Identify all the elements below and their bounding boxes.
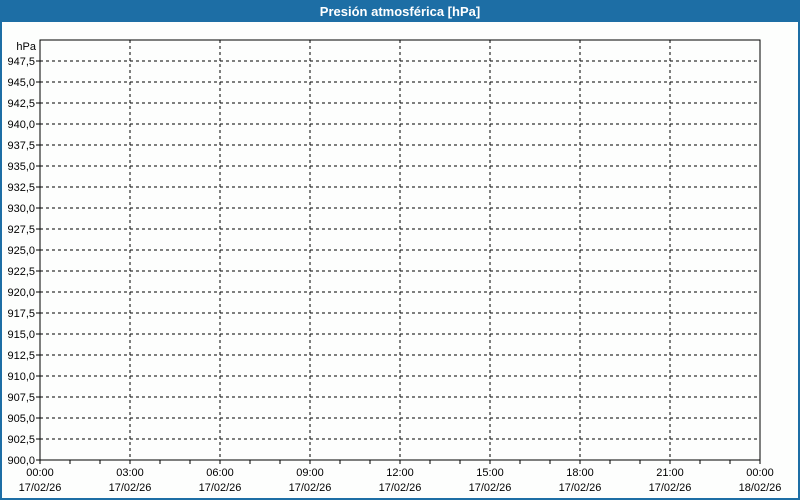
y-tick-label: 945,0 (7, 77, 35, 89)
x-tick-time-label: 03:00 (116, 467, 144, 479)
y-tick-label: 920,0 (7, 287, 35, 299)
y-tick-label: 910,0 (7, 371, 35, 383)
x-tick-time-label: 15:00 (476, 467, 504, 479)
x-tick-time-label: 00:00 (746, 467, 774, 479)
x-tick-date-label: 17/02/26 (289, 482, 332, 494)
y-tick-label: 927,5 (7, 224, 35, 236)
y-tick-label: 940,0 (7, 119, 35, 131)
y-tick-label: 915,0 (7, 329, 35, 341)
y-tick-label: 930,0 (7, 203, 35, 215)
x-tick-time-label: 12:00 (386, 467, 414, 479)
y-tick-label: 932,5 (7, 182, 35, 194)
x-tick-date-label: 17/02/26 (379, 482, 422, 494)
chart-window: Presión atmosférica [hPa] 947,5 945,0 942,… (0, 0, 800, 500)
x-tick-date-label: 17/02/26 (649, 482, 692, 494)
x-tick-date-label: 17/02/26 (19, 482, 62, 494)
y-tick-label: 922,5 (7, 266, 35, 278)
y-tick-label: 912,5 (7, 350, 35, 362)
x-tick-date-label: 17/02/26 (199, 482, 242, 494)
y-tick-label: 905,0 (7, 413, 35, 425)
x-tick-time-label: 06:00 (206, 467, 234, 479)
x-tick-time-label: 18:00 (566, 467, 594, 479)
y-tick-label: 935,0 (7, 161, 35, 173)
x-tick-time-label: 09:00 (296, 467, 324, 479)
y-axis-unit-label: hPa (16, 41, 36, 53)
x-tick-date-label: 18/02/26 (739, 482, 782, 494)
y-tick-label: 942,5 (7, 98, 35, 110)
y-tick-label: 947,5 (7, 56, 35, 68)
y-tick-label: 907,5 (7, 392, 35, 404)
y-tick-label: 925,0 (7, 245, 35, 257)
y-tick-label: 902,5 (7, 434, 35, 446)
x-tick-time-label: 21:00 (656, 467, 684, 479)
x-tick-date-label: 17/02/26 (469, 482, 512, 494)
x-tick-date-label: 17/02/26 (109, 482, 152, 494)
y-tick-label: 900,0 (7, 455, 35, 467)
x-tick-time-label: 00:00 (26, 467, 54, 479)
y-tick-label: 917,5 (7, 308, 35, 320)
x-tick-date-label: 17/02/26 (559, 482, 602, 494)
pressure-chart: 947,5 945,0 942,5 940,0 937,5 935,0 932,5 930,0… (7, 39, 782, 494)
y-tick-label: 937,5 (7, 140, 35, 152)
